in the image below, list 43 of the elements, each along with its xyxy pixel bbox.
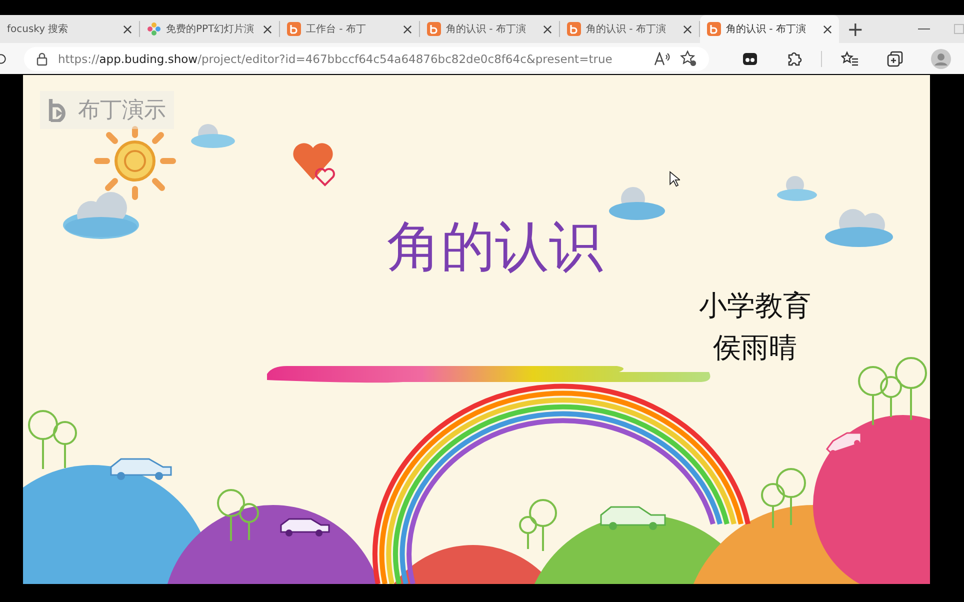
browser-tab[interactable]: 免费的PPT幻灯片演 <box>140 15 279 43</box>
brand-favicon-icon <box>567 22 581 36</box>
browser-tab[interactable]: 角的认识 - 布丁演 <box>560 15 699 43</box>
close-icon[interactable] <box>403 24 412 34</box>
slide-title: 角的认识 <box>386 214 604 280</box>
cloud-drawing <box>191 124 235 148</box>
collections-icon[interactable] <box>887 50 903 66</box>
close-icon[interactable] <box>123 24 132 34</box>
star-plus-icon[interactable] <box>680 50 697 67</box>
car-drawing <box>110 458 172 480</box>
minimize-icon[interactable] <box>918 28 930 30</box>
browser-tab[interactable]: 工作台 - 布丁 <box>280 15 419 43</box>
heart-drawing <box>293 143 335 186</box>
brand-logo: 布丁演示 <box>40 91 174 129</box>
read-aloud-icon[interactable] <box>654 52 670 66</box>
brand-favicon-icon <box>427 22 441 36</box>
car-drawing <box>826 432 862 456</box>
car-drawing <box>600 506 666 530</box>
address-field[interactable]: https://app.buding.show/project/editor?id=467bbccf64c54a64876bc82de0c8f64c&present=true <box>24 46 709 70</box>
subtitle-line: 侯雨晴 <box>713 330 797 366</box>
cloud-drawing <box>825 209 893 247</box>
browser-tab[interactable]: 角的认识 - 布丁演 <box>700 15 839 43</box>
car-drawing <box>280 518 330 536</box>
favorites-icon[interactable] <box>841 50 859 66</box>
brand-favicon-icon <box>707 22 721 36</box>
url-text: https://app.buding.show/project/editor?id=467bbccf64c54a64876bc82de0c8f64c&present=true <box>58 52 612 66</box>
mouse-cursor-icon <box>669 171 680 187</box>
brand-favicon-icon <box>287 22 301 36</box>
avatar-icon[interactable] <box>931 48 951 68</box>
puzzle-icon[interactable] <box>786 50 802 66</box>
subtitle-line: 小学教育 <box>699 288 811 324</box>
cloud-drawing <box>777 176 817 201</box>
close-icon[interactable] <box>823 24 832 34</box>
lock-icon[interactable] <box>36 52 48 66</box>
browser-tab[interactable]: 角的认识 - 布丁演 <box>420 15 559 43</box>
extension-icon[interactable] <box>742 50 758 66</box>
browser-tab[interactable]: focusky 搜索 <box>0 15 139 43</box>
close-icon[interactable] <box>683 24 692 34</box>
close-icon[interactable] <box>543 24 552 34</box>
cloud-drawing <box>609 187 665 220</box>
pinwheel-favicon-icon <box>147 22 161 36</box>
new-tab-button[interactable]: + <box>839 15 872 43</box>
close-icon[interactable] <box>263 24 272 34</box>
